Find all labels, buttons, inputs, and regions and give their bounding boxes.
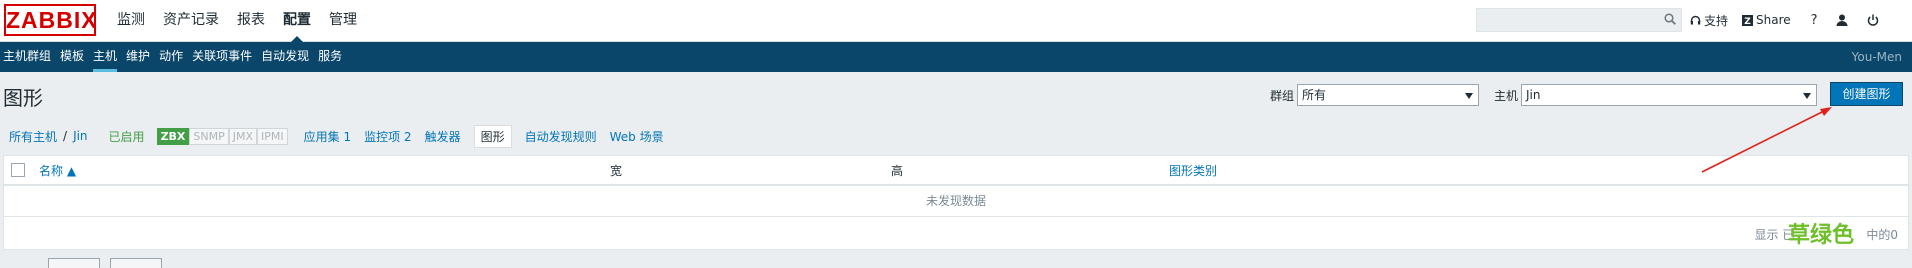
logout-link[interactable] — [1867, 14, 1882, 26]
sub-menu-services[interactable]: 服务 — [315, 42, 348, 72]
headset-icon — [1690, 15, 1701, 24]
column-name[interactable]: 名称 ▲ — [39, 156, 76, 186]
sub-menu-host-groups[interactable]: 主机群组 — [0, 42, 57, 72]
sub-menu-actions[interactable]: 动作 — [156, 42, 189, 72]
main-menu-administration[interactable]: 管理 — [320, 0, 366, 42]
tab-web-scenarios[interactable]: Web 场景 — [610, 128, 664, 145]
column-width: 宽 — [610, 164, 623, 178]
select-all-checkbox[interactable] — [11, 163, 25, 177]
current-user: You-Men — [1851, 50, 1902, 64]
search-input[interactable] — [1476, 8, 1682, 32]
tab-triggers[interactable]: 触发器 — [425, 128, 461, 145]
tab-applications[interactable]: 应用集 1 — [304, 128, 351, 145]
profile-link[interactable] — [1836, 14, 1851, 26]
host-status-enabled[interactable]: 已启用 — [109, 128, 145, 145]
tag-snmp: SNMP — [189, 127, 229, 145]
breadcrumb-separator: / — [63, 129, 68, 143]
breadcrumb-all-hosts[interactable]: 所有主机 — [9, 128, 57, 145]
group-filter: 群组 所有 — [1270, 84, 1480, 106]
sub-navigation: 主机群组 模板 主机 维护 动作 关联项事件 自动发现 服务 You-Men — [0, 42, 1912, 72]
create-graph-button[interactable]: 创建图形 — [1830, 82, 1903, 106]
group-filter-label: 群组 — [1270, 88, 1295, 103]
tab-discovery-rules[interactable]: 自动发现规则 — [525, 128, 597, 145]
table-header: 名称 ▲ 宽 高 图形类别 — [4, 156, 1908, 186]
group-select-value: 所有 — [1302, 88, 1327, 102]
share-label: Share — [1756, 13, 1791, 27]
sub-menu-discovery[interactable]: 自动发现 — [258, 42, 315, 72]
tag-zbx: ZBX — [156, 127, 190, 145]
empty-table-message: 未发现数据 — [4, 186, 1908, 217]
main-menu-inventory[interactable]: 资产记录 — [154, 0, 228, 42]
sub-menu: 主机群组 模板 主机 维护 动作 关联项事件 自动发现 服务 — [0, 42, 348, 72]
main-menu-monitoring[interactable]: 监测 — [108, 0, 154, 42]
search-icon[interactable] — [1664, 13, 1676, 25]
graphs-table: 名称 ▲ 宽 高 图形类别 未发现数据 显示 已中的0 草绿色 — [3, 155, 1909, 250]
table-footer: 显示 已中的0 草绿色 — [4, 217, 1908, 249]
breadcrumb-host[interactable]: Jin — [73, 129, 87, 143]
tab-graphs[interactable]: 图形 — [473, 124, 512, 148]
watermark-text: 草绿色 — [1787, 223, 1854, 248]
user-icon — [1836, 14, 1848, 26]
page-title: 图形 — [3, 86, 43, 110]
bottom-action-buttons — [48, 258, 172, 268]
table-stats-suffix: 中的0 — [1866, 228, 1898, 242]
chevron-down-icon — [1803, 93, 1812, 99]
share-link[interactable]: Z Share — [1742, 13, 1791, 27]
mass-action-button[interactable] — [110, 258, 162, 268]
top-header: ZABBIX 监测 资产记录 报表 配置 管理 支持 Z Share ? — [0, 0, 1912, 43]
host-select-value: Jin — [1526, 88, 1541, 102]
share-icon: Z — [1742, 14, 1754, 26]
main-menu-configuration[interactable]: 配置 — [274, 0, 320, 43]
zabbix-logo[interactable]: ZABBIX — [4, 4, 97, 36]
breadcrumb: 所有主机 / Jin 已启用 ZBX SNMP JMX IPMI 应用集 1 监… — [9, 124, 664, 148]
tag-ipmi: IPMI — [257, 127, 288, 145]
main-menu: 监测 资产记录 报表 配置 管理 — [108, 0, 366, 43]
group-select[interactable]: 所有 — [1297, 84, 1480, 106]
svg-text:Z: Z — [1744, 17, 1751, 26]
host-filter: 主机 Jin — [1494, 84, 1818, 106]
mass-action-button[interactable] — [48, 258, 100, 268]
support-link[interactable]: 支持 — [1690, 12, 1728, 29]
column-height: 高 — [891, 164, 904, 178]
support-label: 支持 — [1704, 13, 1729, 28]
sub-menu-correlation[interactable]: 关联项事件 — [189, 42, 258, 72]
sub-menu-hosts[interactable]: 主机 — [90, 42, 123, 72]
availability-tags: ZBX SNMP JMX IPMI — [156, 127, 288, 145]
main-menu-reports[interactable]: 报表 — [228, 0, 274, 42]
sub-menu-templates[interactable]: 模板 — [57, 42, 90, 72]
tag-jmx: JMX — [228, 127, 258, 145]
host-filter-label: 主机 — [1494, 88, 1519, 103]
column-graph-type[interactable]: 图形类别 — [1169, 156, 1217, 186]
top-right-tools: 支持 Z Share ? — [1690, 0, 1896, 40]
tab-items[interactable]: 监控项 2 — [364, 128, 411, 145]
chevron-down-icon — [1465, 93, 1474, 99]
help-icon: ? — [1810, 12, 1818, 28]
power-icon — [1867, 14, 1878, 26]
host-select[interactable]: Jin — [1521, 84, 1818, 106]
help-link[interactable]: ? — [1811, 13, 1818, 28]
sub-menu-maintenance[interactable]: 维护 — [123, 42, 156, 72]
